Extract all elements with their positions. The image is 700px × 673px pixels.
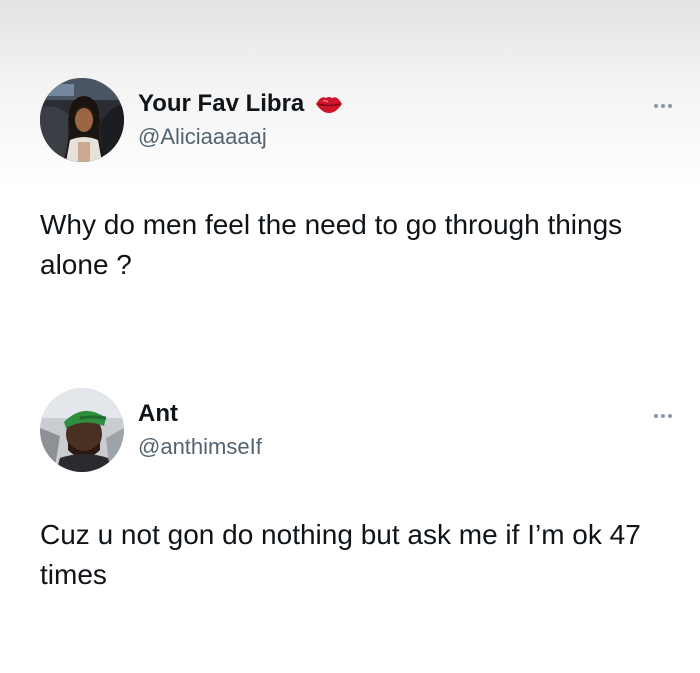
user-handle[interactable]: @Aliciaaaaaj bbox=[138, 124, 267, 150]
profile-photo-icon bbox=[40, 388, 124, 472]
kiss-lips-icon bbox=[316, 97, 343, 113]
display-name[interactable]: Ant bbox=[138, 400, 178, 428]
user-handle[interactable]: @anthimseIf bbox=[138, 434, 262, 460]
profile-photo-icon bbox=[40, 78, 124, 162]
display-name-text: Ant bbox=[138, 400, 178, 427]
display-name-text: Your Fav Libra bbox=[138, 90, 305, 117]
tweet-text: Cuz u not gon do nothing but ask me if I… bbox=[40, 519, 641, 590]
display-name[interactable]: Your Fav Libra bbox=[138, 90, 344, 118]
avatar[interactable] bbox=[40, 78, 124, 162]
avatar[interactable] bbox=[40, 388, 124, 472]
more-options-icon[interactable] bbox=[648, 100, 678, 112]
tweet-text: Why do men feel the need to go through t… bbox=[40, 209, 623, 280]
more-options-icon[interactable] bbox=[648, 410, 678, 422]
